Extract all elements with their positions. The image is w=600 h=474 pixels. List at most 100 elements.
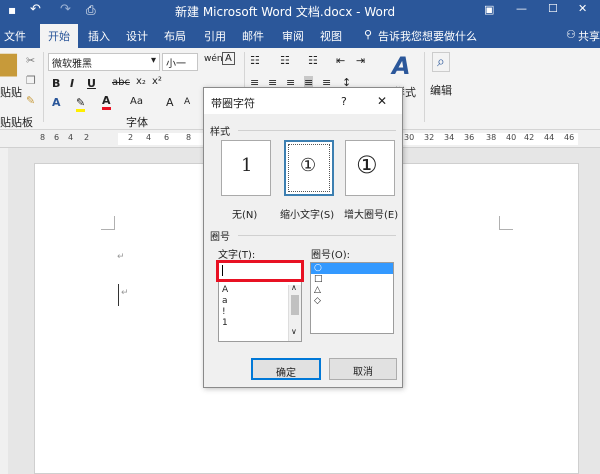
- help-icon[interactable]: ?: [341, 95, 347, 108]
- font-name-value: 微软雅黑: [52, 59, 92, 70]
- input-caret: [222, 265, 223, 276]
- scroll-up-icon[interactable]: ∧: [291, 283, 297, 292]
- bullets-icon[interactable]: ☷: [250, 54, 260, 67]
- ring-label: 圈号(O):: [311, 250, 351, 261]
- scroll-down-icon[interactable]: ∨: [291, 327, 297, 336]
- share-icon: ⚇: [566, 28, 576, 41]
- numbering-icon[interactable]: ☷: [280, 54, 290, 67]
- styles-icon[interactable]: A: [392, 52, 411, 80]
- font-name-combo[interactable]: 微软雅黑 ▾: [48, 53, 160, 71]
- style-none-caption[interactable]: 无(N): [232, 206, 257, 221]
- highlight-color-button[interactable]: ✎: [76, 96, 86, 112]
- change-case-button[interactable]: Aa: [130, 96, 143, 107]
- window-title: 新建 Microsoft Word 文档.docx - Word: [175, 5, 396, 19]
- ring-listbox[interactable]: ○ □ △ ◇: [310, 262, 394, 334]
- text-list-item[interactable]: 1: [219, 318, 289, 329]
- clipboard-group-label: 贴贴板: [0, 116, 33, 129]
- cancel-button[interactable]: 取消: [329, 358, 397, 380]
- ruler-tick-label: 36: [464, 133, 475, 142]
- tab-design[interactable]: 设计: [126, 28, 148, 44]
- save-icon[interactable]: ▪: [8, 3, 16, 17]
- ok-button[interactable]: 确定: [251, 358, 321, 380]
- minimize-icon[interactable]: —: [516, 2, 527, 15]
- bold-button[interactable]: B: [52, 77, 60, 90]
- style-shrink-glyph: ①: [300, 155, 317, 176]
- subscript-button[interactable]: x₂: [136, 76, 146, 87]
- font-color-button[interactable]: A: [102, 94, 111, 110]
- ring-list-item[interactable]: □: [311, 274, 393, 285]
- style-enlarge-caption[interactable]: 增大圈号(E): [344, 206, 398, 221]
- paragraph-mark: ↵: [121, 288, 129, 298]
- vertical-ruler[interactable]: [0, 148, 8, 474]
- text-effects-button[interactable]: A: [52, 96, 61, 109]
- close-window-icon[interactable]: ✕: [578, 2, 587, 15]
- ruler-tick-label: 32: [424, 133, 435, 142]
- font-size-value: 小一: [166, 59, 186, 70]
- section-divider: [238, 130, 396, 131]
- ring-list-items: ○ □ △ ◇: [311, 263, 393, 307]
- ruler-tick-label: 44: [544, 133, 555, 142]
- underline-button[interactable]: U: [87, 77, 96, 90]
- ribbon-display-icon[interactable]: ▣: [484, 3, 494, 16]
- text-list-item[interactable]: !: [219, 307, 289, 318]
- maximize-icon[interactable]: ☐: [548, 2, 558, 15]
- ring-list-item[interactable]: ○: [311, 263, 393, 274]
- dialog-title: 带圈字符: [211, 97, 255, 110]
- superscript-button[interactable]: x²: [152, 76, 162, 87]
- style-enlarge-symbol-option[interactable]: ①: [345, 140, 395, 196]
- circle-section-label: 圈号: [210, 232, 230, 243]
- text-cursor: [118, 284, 119, 306]
- redo-icon[interactable]: ↷: [60, 2, 71, 17]
- margin-corner-mark: [101, 216, 115, 230]
- phonetic-guide-icon[interactable]: wén: [204, 54, 223, 64]
- increase-indent-icon[interactable]: ⇥: [356, 54, 365, 67]
- ring-list-item[interactable]: ◇: [311, 296, 393, 307]
- paste-label[interactable]: 贴贴: [0, 84, 22, 100]
- text-list-item[interactable]: a: [219, 296, 289, 307]
- ruler-tick-label: 38: [486, 133, 497, 142]
- shrink-font-button[interactable]: A: [184, 97, 190, 107]
- ruler-tick-label: 6: [164, 133, 170, 142]
- italic-button[interactable]: I: [70, 77, 74, 90]
- text-input[interactable]: [216, 260, 304, 282]
- scroll-thumb[interactable]: [291, 295, 299, 315]
- title-bar: ▪ ↶ ↷ ⎙ 新建 Microsoft Word 文档.docx - Word…: [0, 0, 600, 22]
- tab-insert[interactable]: 插入: [88, 28, 110, 44]
- style-shrink-text-option[interactable]: ①: [284, 140, 334, 196]
- tab-references[interactable]: 引用: [204, 28, 226, 44]
- tab-view[interactable]: 视图: [320, 28, 342, 44]
- share-button[interactable]: 共享: [578, 28, 600, 44]
- ruler-tick-label: 34: [444, 133, 455, 142]
- tab-review[interactable]: 审阅: [282, 28, 304, 44]
- tab-file[interactable]: 文件: [4, 28, 26, 44]
- text-list-item[interactable]: A: [219, 285, 289, 296]
- style-none-option[interactable]: 1: [221, 140, 271, 196]
- copy-icon[interactable]: ❐: [26, 74, 36, 87]
- tab-layout[interactable]: 布局: [164, 28, 186, 44]
- group-separator: [43, 52, 44, 122]
- undo-icon[interactable]: ↶: [30, 2, 41, 17]
- style-enlarge-glyph: ①: [356, 151, 378, 179]
- ruler-tick-label: 8: [40, 133, 46, 142]
- tab-home[interactable]: 开始: [40, 24, 78, 48]
- text-list-scrollbar[interactable]: ∧ ∨: [288, 283, 301, 341]
- lightbulb-icon: ⚲: [364, 28, 373, 41]
- font-size-combo[interactable]: 小一: [162, 53, 198, 71]
- dialog-close-icon[interactable]: ✕: [377, 94, 387, 108]
- ring-list-item[interactable]: △: [311, 285, 393, 296]
- cut-icon[interactable]: ✂: [26, 54, 35, 67]
- decrease-indent-icon[interactable]: ⇤: [336, 54, 345, 67]
- style-shrink-caption[interactable]: 缩小文字(S): [280, 206, 334, 221]
- find-icon[interactable]: ⌕: [432, 52, 450, 72]
- paste-icon[interactable]: ▇: [0, 52, 17, 77]
- print-preview-icon[interactable]: ⎙: [86, 3, 96, 18]
- format-painter-icon[interactable]: ✎: [26, 94, 35, 107]
- tab-mailings[interactable]: 邮件: [242, 28, 264, 44]
- tell-me-search[interactable]: 告诉我您想要做什么: [378, 28, 477, 44]
- grow-font-button[interactable]: A: [166, 96, 174, 109]
- text-label: 文字(T):: [218, 250, 256, 261]
- editing-label[interactable]: 编辑: [430, 82, 452, 98]
- multilevel-list-icon[interactable]: ☷: [308, 54, 318, 67]
- strikethrough-button[interactable]: abc: [112, 77, 130, 88]
- character-border-icon[interactable]: A: [222, 52, 235, 65]
